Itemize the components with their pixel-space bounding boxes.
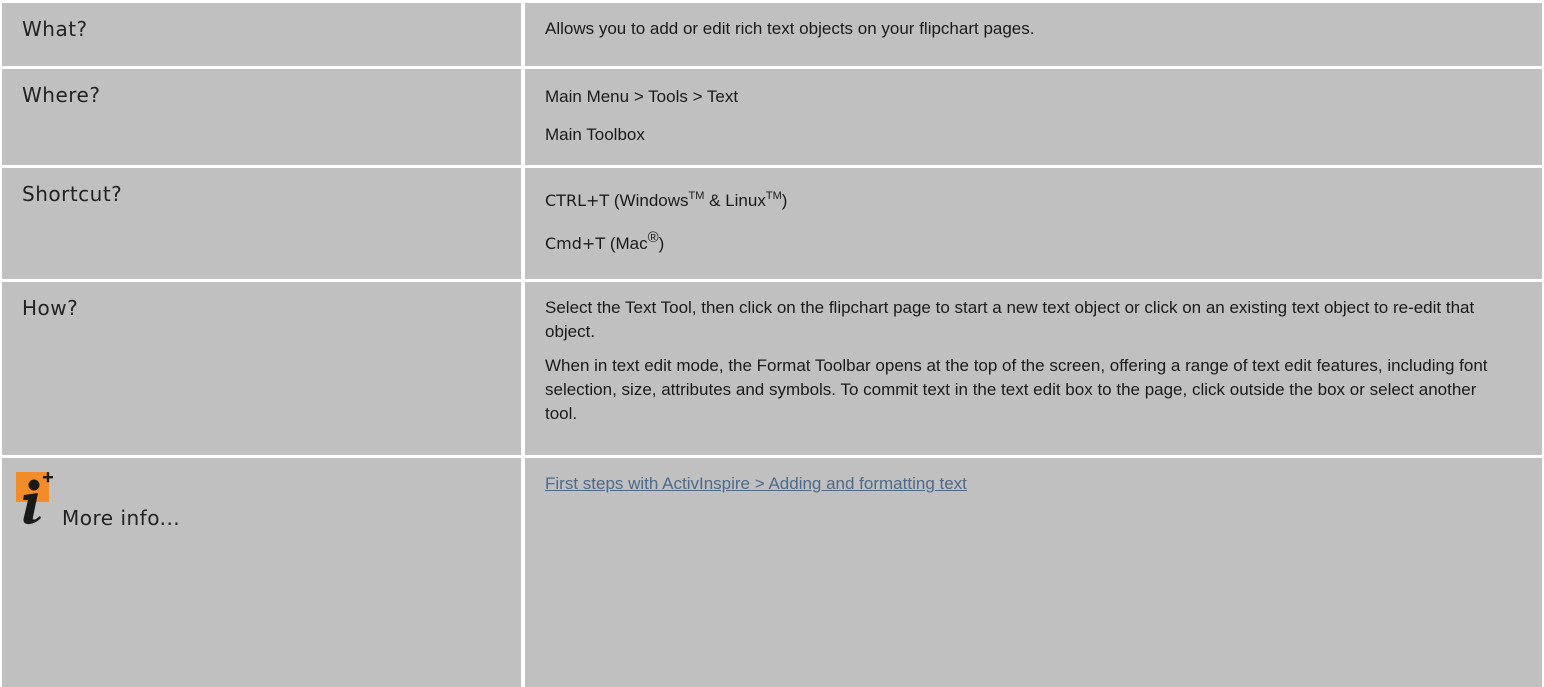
shortcut-windows-mid: & Linux — [704, 191, 766, 210]
row-shortcut: Shortcut? CTRL+T (WindowsTM & LinuxTM) C… — [0, 168, 1544, 279]
how-label: How? — [22, 296, 79, 320]
row-what-content: Allows you to add or edit rich text obje… — [525, 3, 1542, 66]
row-what: What? Allows you to add or edit rich tex… — [0, 3, 1544, 66]
registered-mark: ® — [647, 229, 659, 246]
row-how-header: How? — [2, 282, 521, 455]
trademark-windows: TM — [688, 190, 705, 202]
shortcut-windows: CTRL+T (WindowsTM & LinuxTM) — [545, 184, 1505, 213]
shortcut-windows-prefix: (Windows — [609, 191, 689, 210]
row-what-header: What? — [2, 3, 521, 66]
info-table: What? Allows you to add or edit rich tex… — [0, 0, 1544, 687]
row-shortcut-header: Shortcut? — [2, 168, 521, 279]
row-how: How? Select the Text Tool, then click on… — [0, 282, 1544, 455]
where-toolbox: Main Toolbox — [545, 125, 645, 144]
info-plus-icon — [16, 472, 53, 525]
what-label: What? — [22, 17, 88, 41]
shortcut-windows-keys: CTRL+T — [545, 191, 610, 210]
row-more-info: More info... First steps with ActivInspi… — [0, 458, 1544, 687]
trademark-linux: TM — [765, 190, 782, 202]
shortcut-windows-suffix: ) — [781, 191, 788, 210]
row-where-content: Main Menu > Tools > Text Main Toolbox — [525, 69, 1542, 165]
more-info-label: More info... — [62, 506, 181, 530]
how-instructions-2: When in text edit mode, the Format Toolb… — [545, 356, 1488, 423]
how-instructions-1: Select the Text Tool, then click on the … — [545, 298, 1475, 341]
shortcut-mac-suffix: ) — [658, 234, 665, 253]
shortcut-mac-keys: Cmd+T — [545, 234, 606, 253]
row-more-info-content: First steps with ActivInspire > Adding a… — [525, 458, 1542, 687]
row-how-content: Select the Text Tool, then click on the … — [525, 282, 1542, 455]
shortcut-mac-prefix: (Mac — [605, 234, 648, 253]
where-menu-path: Main Menu > Tools > Text — [545, 87, 739, 106]
what-description: Allows you to add or edit rich text obje… — [545, 19, 1035, 38]
row-shortcut-content: CTRL+T (WindowsTM & LinuxTM) Cmd+T (Mac®… — [525, 168, 1542, 279]
row-where: Where? Main Menu > Tools > Text Main Too… — [0, 69, 1544, 165]
where-label: Where? — [22, 83, 101, 107]
shortcut-label: Shortcut? — [22, 182, 123, 206]
row-more-info-header: More info... — [2, 458, 521, 687]
more-info-link[interactable]: First steps with ActivInspire > Adding a… — [545, 472, 967, 496]
row-where-header: Where? — [2, 69, 521, 165]
shortcut-mac: Cmd+T (Mac®) — [545, 226, 1505, 256]
